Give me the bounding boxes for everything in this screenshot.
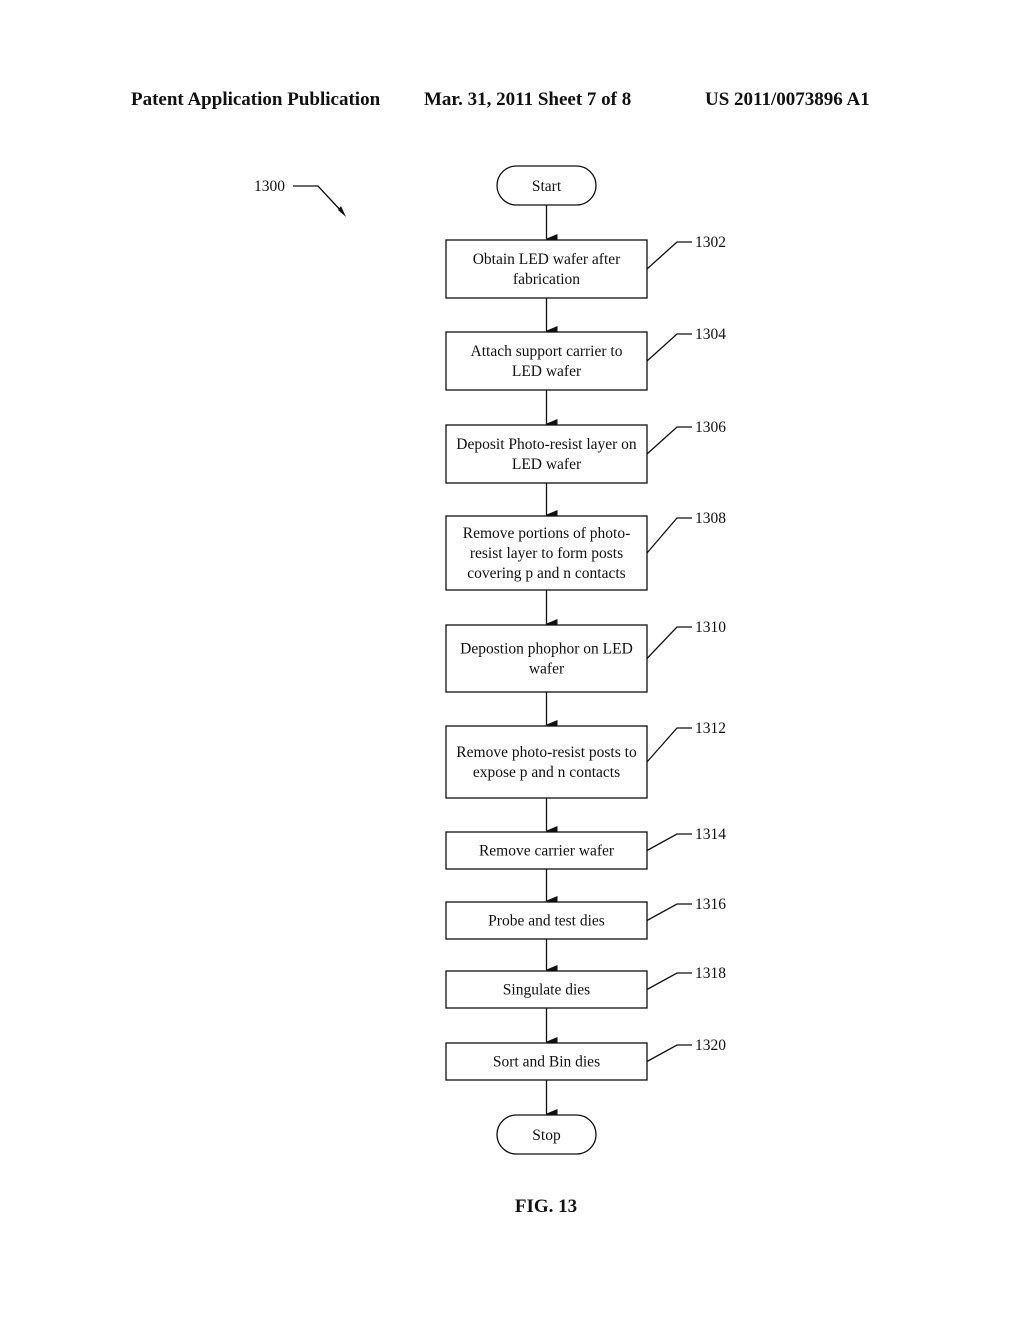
- ref-leader-line: [646, 333, 692, 362]
- process-step-1302: Obtain LED wafer after fabrication 1302: [445, 234, 726, 299]
- ref-leader-line: [646, 426, 692, 455]
- step-text-line: wafer: [529, 661, 565, 678]
- step-ref-number: 1302: [695, 234, 726, 251]
- step-ref-number: 1316: [695, 896, 726, 913]
- stop-label: Stop: [532, 1127, 561, 1144]
- process-step-1304: Attach support carrier to LED wafer 1304: [445, 326, 726, 391]
- step-text-line: Deposit Photo-resist layer on: [456, 436, 637, 453]
- ref-leader-line: [646, 241, 692, 270]
- process-step-1316: Probe and test dies 1316: [445, 896, 726, 940]
- step-text-line: LED wafer: [512, 363, 582, 380]
- step-text-line: Depostion phophor on LED: [460, 641, 633, 658]
- step-text-line: Sort and Bin dies: [493, 1054, 600, 1071]
- ref-leader-line: [646, 972, 692, 991]
- step-text-line: Singulate dies: [503, 982, 590, 999]
- step-ref-number: 1304: [695, 326, 726, 343]
- step-ref-number: 1310: [695, 619, 726, 636]
- process-step-1314: Remove carrier wafer 1314: [445, 826, 726, 870]
- stop-terminal: Stop: [496, 1114, 597, 1155]
- process-step-1320: Sort and Bin dies 1320: [445, 1037, 726, 1081]
- step-text-line: Remove photo-resist posts to: [456, 744, 637, 761]
- step-ref-number: 1318: [695, 965, 726, 982]
- step-text-line: covering p and n contacts: [467, 565, 625, 582]
- start-terminal: Start: [496, 165, 597, 206]
- ref-leader-line: [646, 517, 692, 554]
- step-text-line: Obtain LED wafer after: [473, 251, 621, 268]
- process-step-1312: Remove photo-resist posts to expose p and…: [445, 720, 726, 799]
- step-text-line: Remove portions of photo-: [463, 525, 630, 542]
- step-ref-number: 1308: [695, 510, 726, 527]
- figure-ref-arrowhead: [338, 206, 346, 217]
- figure-label: FIG. 13: [514, 1196, 578, 1217]
- step-text-line: Probe and test dies: [488, 913, 605, 930]
- process-box: [445, 624, 648, 693]
- start-label: Start: [532, 178, 562, 195]
- ref-leader-line: [646, 833, 692, 852]
- process-box: [445, 725, 648, 799]
- step-ref-number: 1306: [695, 419, 726, 436]
- step-text-line: expose p and n contacts: [473, 764, 620, 781]
- step-text-line: Remove carrier wafer: [479, 843, 615, 860]
- process-box: [445, 424, 648, 484]
- figure-ref-arrow: [293, 185, 344, 214]
- process-step-1306: Deposit Photo-resist layer on LED wafer 13…: [445, 419, 726, 484]
- ref-leader-line: [646, 727, 692, 763]
- process-step-1310: Depostion phophor on LED wafer 1310: [445, 619, 726, 693]
- process-box: [445, 331, 648, 391]
- figure-ref-number: 1300: [254, 178, 285, 195]
- step-ref-number: 1312: [695, 720, 726, 737]
- ref-leader-line: [646, 1044, 692, 1063]
- step-text-line: fabrication: [513, 271, 580, 288]
- process-step-1308: Remove portions of photo-resist layer to…: [445, 510, 726, 591]
- ref-leader-line: [646, 626, 692, 659]
- step-ref-number: 1314: [695, 826, 726, 843]
- step-text-line: resist layer to form posts: [470, 545, 623, 562]
- flowchart: 1300 Start Obtain LED wafer after fabrica…: [254, 165, 726, 1155]
- step-text-line: LED wafer: [512, 456, 582, 473]
- step-ref-number: 1320: [695, 1037, 726, 1054]
- step-text-line: Attach support carrier to: [471, 343, 623, 360]
- process-step-1318: Singulate dies 1318: [445, 965, 726, 1009]
- ref-leader-line: [646, 903, 692, 922]
- process-box: [445, 239, 648, 299]
